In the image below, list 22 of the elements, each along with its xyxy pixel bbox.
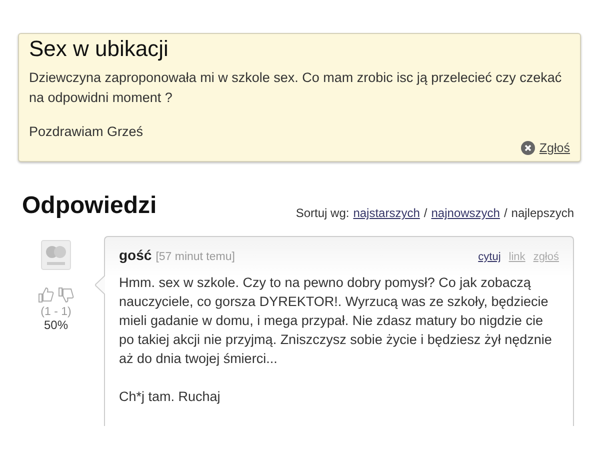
comment-text: Ch*j tam. Ruchaj [119,388,222,406]
comment-action-link[interactable]: cytuj [478,251,501,263]
sort-option[interactable]: najnowszych [431,206,500,220]
separator: / [424,206,428,220]
vote-count: (1 - 1) [40,306,72,318]
sort-option[interactable]: najstarszych [353,206,420,220]
close-icon[interactable] [521,141,536,155]
thumbs-up-icon[interactable] [37,286,55,304]
question-title: Sex w ubikacji [29,36,170,62]
comment-text: Hmm. sex w szkole. Czy to na pewno dobry pomysł? Co jak zobaczą nauczyciele, co gorsza DYREKTOR!. Wyrzucą was ze szkoły, będziecie mieli gadanie w domu, i mega przypał. Nie zdasz matury bo nigdzie cie po takiej akcji nie przyjmą. Zniszczysz sobie życie i będziesz żył nędznie aż do dnia twojej śmierci... [119,274,553,368]
comment-time: [57 minut temu] [156,251,235,263]
signature: Pozdrawiam Grześ [29,124,144,139]
avatar-icon [41,240,71,270]
thumbs-down-icon[interactable] [57,286,75,304]
question-body: Dziewczyna zaproponowała mi w szkole sex. Co mam zrobic isc ją przelecieć czy czekać na odpowidni moment ? [29,69,563,107]
report-link[interactable]: Zgłoś [539,141,570,155]
score: 50% [44,318,68,332]
sort-option[interactable]: najlepszych [511,206,574,220]
sort-label: Sortuj wg: [296,206,350,220]
separator: / [504,206,508,220]
comment-author: gość [119,247,152,263]
answers-heading: Odpowiedzi [22,192,157,220]
